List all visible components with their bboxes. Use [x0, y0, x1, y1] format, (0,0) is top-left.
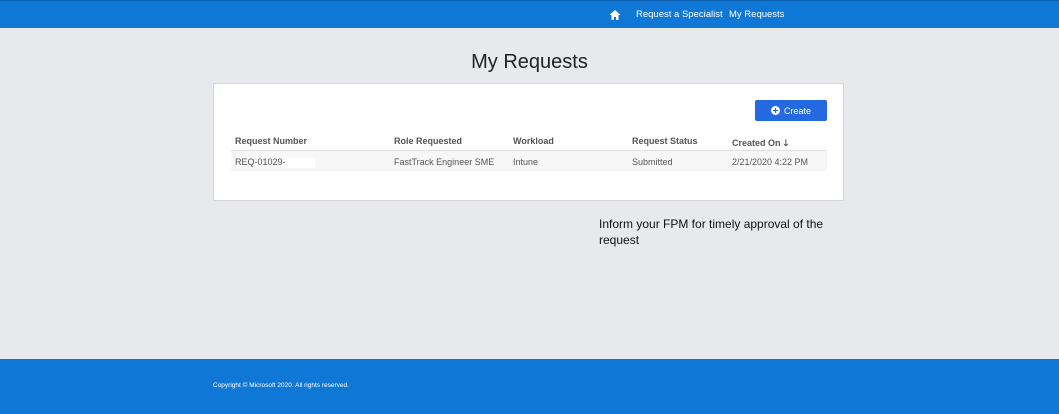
nav-request-specialist-link[interactable]: Request a Specialist [636, 9, 723, 20]
top-navbar: Request a Specialist My Requests [0, 0, 1059, 28]
footer: Copyright © Microsoft 2020. All rights r… [0, 359, 1059, 414]
cell-workload: Intune [513, 157, 539, 167]
info-message: Inform your FPM for timely approval of t… [599, 217, 824, 247]
home-icon[interactable] [608, 8, 622, 22]
column-header-request-status[interactable]: Request Status [632, 136, 698, 146]
column-header-workload[interactable]: Workload [513, 136, 554, 146]
page-title: My Requests [471, 51, 588, 73]
column-header-created-on-label: Created On [732, 138, 781, 148]
cell-role: FastTrack Engineer SME [394, 157, 495, 167]
cell-status: Submitted [632, 157, 673, 167]
copyright-text: Copyright © Microsoft 2020. All rights r… [213, 382, 349, 389]
requests-card: Create Request Number Role Requested Wor… [213, 83, 844, 201]
nav-my-requests-link[interactable]: My Requests [729, 9, 784, 20]
request-number-text: REQ-01029- [235, 157, 286, 167]
create-button-label: Create [783, 105, 811, 116]
redacted-area [286, 157, 315, 168]
cell-created-on: 2/21/2020 4:22 PM [732, 157, 809, 167]
column-header-request-number[interactable]: Request Number [235, 136, 307, 146]
cell-request-number[interactable]: REQ-01029- [235, 157, 315, 168]
create-button[interactable]: Create [755, 100, 827, 121]
plus-circle-icon [770, 106, 780, 115]
column-header-role-requested[interactable]: Role Requested [394, 136, 462, 146]
